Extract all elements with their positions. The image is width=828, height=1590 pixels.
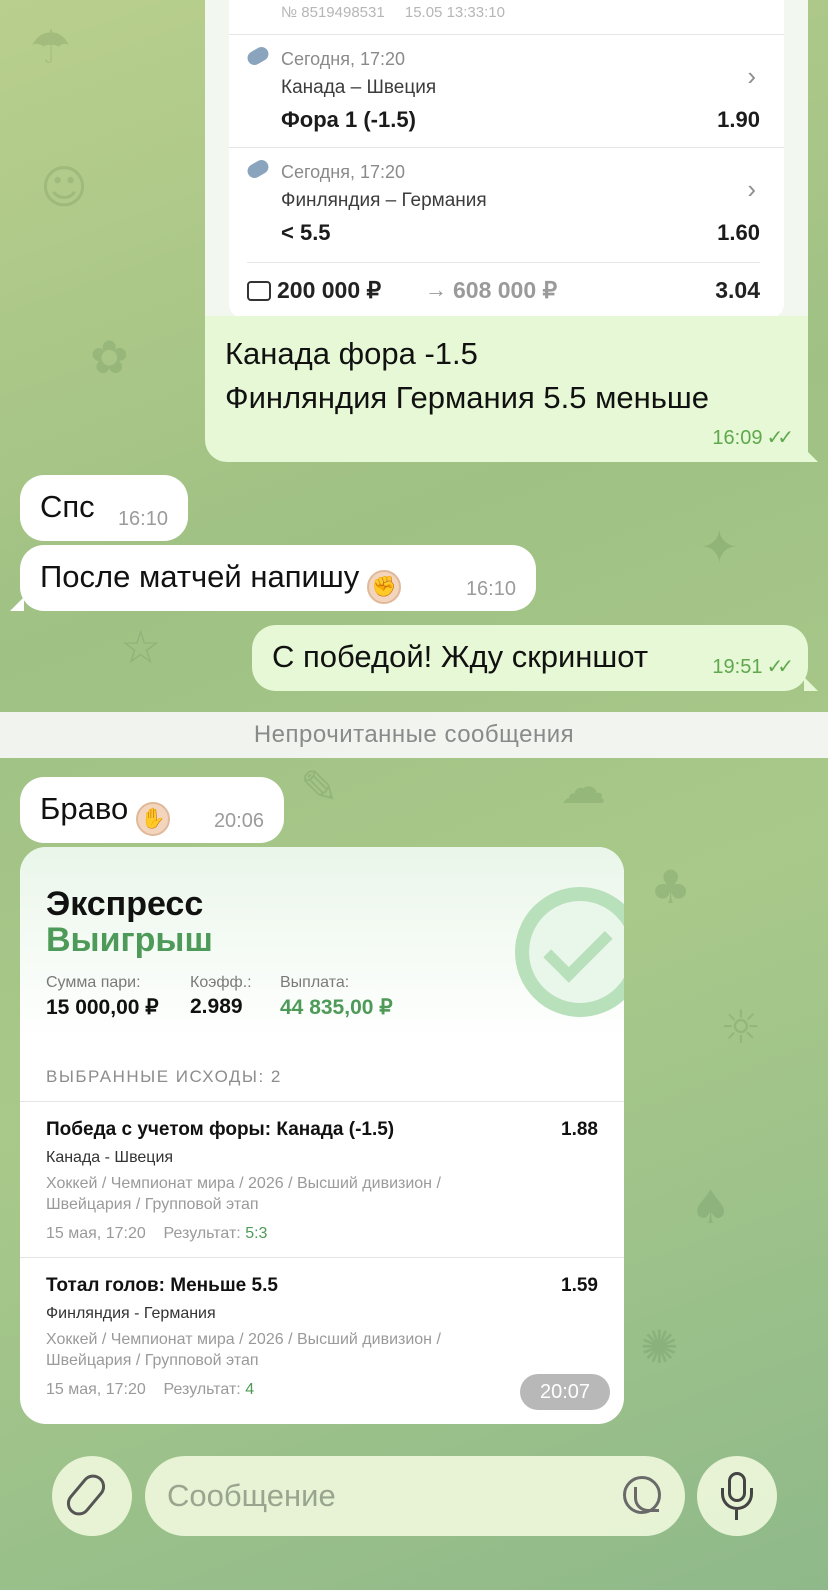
bet-slip-card: № 8519498531 15.05 13:33:10 Сегодня, 17:… — [229, 0, 784, 318]
message-text: Спс — [40, 489, 95, 524]
payout-label: Выплата: — [280, 974, 350, 991]
fist-emoji-icon: ✊ — [367, 570, 402, 604]
paperclip-icon — [62, 1469, 110, 1521]
double-check-icon: ✓✓ — [766, 656, 793, 678]
incoming-message[interactable]: Браво ✋ 20:06 — [20, 777, 284, 843]
slip-header-time: 15.05 13:33:10 — [404, 4, 505, 21]
message-time: 16:10 — [465, 578, 516, 600]
unread-messages-divider: Непрочитанные сообщения — [0, 712, 828, 758]
message-text: Браво ✋ — [40, 791, 171, 836]
clapping-hands-emoji-icon: ✋ — [136, 802, 171, 836]
outcome-path-line: Швейцария / Групповой этап — [46, 1196, 259, 1213]
incoming-message[interactable]: После матчей напишу ✊ 16:10 — [10, 545, 536, 611]
attach-button[interactable] — [52, 1456, 132, 1536]
puck-icon — [244, 44, 272, 68]
bet-time: Сегодня, 17:20 — [281, 49, 406, 69]
outcome-path: Хоккей / Чемпионат мира / 2026 / Высший … — [46, 1173, 598, 1215]
arrow-right-icon: → — [425, 277, 447, 302]
bet-market: < 5.5 — [281, 220, 331, 245]
double-check-icon: ✓✓ — [766, 427, 793, 449]
message-text: После матчей напишу ✊ — [40, 559, 402, 604]
slip-number: № 8519498531 — [281, 4, 385, 21]
chevron-right-icon: › — [747, 61, 756, 91]
outcome-teams: Канада - Швеция — [46, 1149, 174, 1166]
coef-value: 2.989 — [190, 995, 243, 1018]
outcome-path: Хоккей / Чемпионат мира / 2026 / Высший … — [46, 1329, 598, 1371]
stake-label: Сумма пари: — [46, 974, 141, 991]
outcome-date: 15 мая, 17:20 — [46, 1225, 146, 1242]
bet-status: Выигрыш — [46, 921, 213, 959]
incoming-message[interactable]: Спс 16:10 — [20, 475, 188, 541]
result-label: Результат: — [163, 1225, 241, 1242]
bet-teams: Канада – Швеция — [281, 77, 437, 98]
outcome-item: Тотал голов: Меньше 5.5 1.59 Финляндия -… — [46, 1275, 598, 1399]
slip-header: № 8519498531 15.05 13:33:10 — [281, 4, 505, 21]
outcome-koef: 1.88 — [561, 1119, 598, 1140]
bet-slip-screenshot[interactable]: № 8519498531 15.05 13:33:10 Сегодня, 17:… — [205, 0, 808, 318]
result-label: Результат: — [163, 1381, 241, 1398]
voice-record-button[interactable] — [697, 1456, 777, 1536]
bet-odd: 1.60 — [717, 220, 760, 245]
result-value: 4 — [245, 1381, 255, 1398]
slip-bet-row[interactable]: Сегодня, 17:20 Канада – Швеция Фора 1 (-… — [229, 34, 784, 148]
message-time: 16:10 — [117, 508, 168, 530]
bet-odd: 1.90 — [717, 107, 760, 132]
bet-teams: Финляндия – Германия — [281, 190, 487, 211]
bet-type-title: Экспресс — [46, 885, 204, 923]
puck-icon — [244, 157, 272, 181]
microphone-stand — [721, 1488, 753, 1510]
bubble-tail — [804, 677, 818, 691]
outcome-date: 15 мая, 17:20 — [46, 1381, 146, 1398]
stake-value: 15 000,00 ₽ — [46, 996, 159, 1019]
message-text-content: Браво — [40, 791, 129, 826]
slip-stake: 200 000 ₽ — [277, 277, 382, 303]
chevron-right-icon: › — [747, 174, 756, 204]
outcome-market: Тотал голов: Меньше 5.5 — [46, 1275, 278, 1296]
slip-potential-win: 608 000 ₽ — [453, 277, 558, 303]
divider — [20, 1101, 624, 1102]
message-meta: 19:51 ✓✓ — [712, 654, 793, 679]
outcome-teams: Финляндия - Германия — [46, 1305, 216, 1322]
outcome-footer: 15 мая, 17:20 Результат: 4 — [46, 1381, 598, 1399]
bubble-tail — [804, 448, 818, 462]
bubble-tail — [10, 597, 24, 611]
outcome-koef: 1.59 — [561, 1275, 598, 1296]
result-value: 5:3 — [245, 1225, 268, 1242]
outgoing-message[interactable]: С победой! Жду скриншот 19:51 ✓✓ — [252, 625, 818, 691]
bet-market: Фора 1 (-1.5) — [281, 107, 416, 132]
message-text-content: После матчей напишу — [40, 559, 360, 594]
bet-time: Сегодня, 17:20 — [281, 162, 406, 182]
outcome-market: Победа с учетом форы: Канада (-1.5) — [46, 1119, 395, 1140]
message-input[interactable] — [167, 1470, 587, 1522]
outcome-path-line: Хоккей / Чемпионат мира / 2026 / Высший … — [46, 1175, 441, 1192]
message-input-box[interactable] — [145, 1456, 685, 1536]
message-meta: 16:09 ✓✓ — [712, 425, 793, 450]
incoming-bet-result-screenshot[interactable]: Экспресс Выигрыш Сумма пари: 15 000,00 ₽… — [20, 847, 624, 1424]
slip-bet-row[interactable]: Сегодня, 17:20 Финляндия – Германия < 5.… — [229, 147, 784, 261]
slip-total-row: 200 000 ₽ → 608 000 ₽ 3.04 — [247, 262, 760, 303]
selected-outcomes-header: ВЫБРАННЫЕ ИСХОДЫ: 2 — [46, 1067, 282, 1086]
outcome-footer: 15 мая, 17:20 Результат: 5:3 — [46, 1225, 598, 1243]
message-time: 16:09 — [712, 427, 763, 449]
outcome-path-line: Швейцария / Групповой этап — [46, 1352, 259, 1369]
message-time-badge: 20:07 — [520, 1374, 610, 1410]
message-text: С победой! Жду скриншот — [272, 639, 649, 674]
wallet-icon — [247, 281, 271, 301]
sticker-icon[interactable] — [623, 1476, 661, 1514]
coef-label: Коэфф.: — [190, 974, 252, 991]
outgoing-message-caption[interactable]: Канада фора -1.5 Финляндия Германия 5.5 … — [205, 316, 818, 462]
caption-line: Канада фора -1.5 — [225, 336, 478, 371]
microphone-stem — [735, 1510, 738, 1520]
message-time: 19:51 — [712, 656, 763, 678]
message-time: 20:06 — [213, 810, 264, 832]
divider — [20, 1257, 624, 1258]
slip-total-odd: 3.04 — [715, 277, 760, 303]
outcome-item: Победа с учетом форы: Канада (-1.5) 1.88… — [46, 1119, 598, 1243]
payout-value: 44 835,00 ₽ — [280, 996, 393, 1019]
caption-line: Финляндия Германия 5.5 меньше — [225, 380, 710, 415]
outcome-path-line: Хоккей / Чемпионат мира / 2026 / Высший … — [46, 1331, 441, 1348]
